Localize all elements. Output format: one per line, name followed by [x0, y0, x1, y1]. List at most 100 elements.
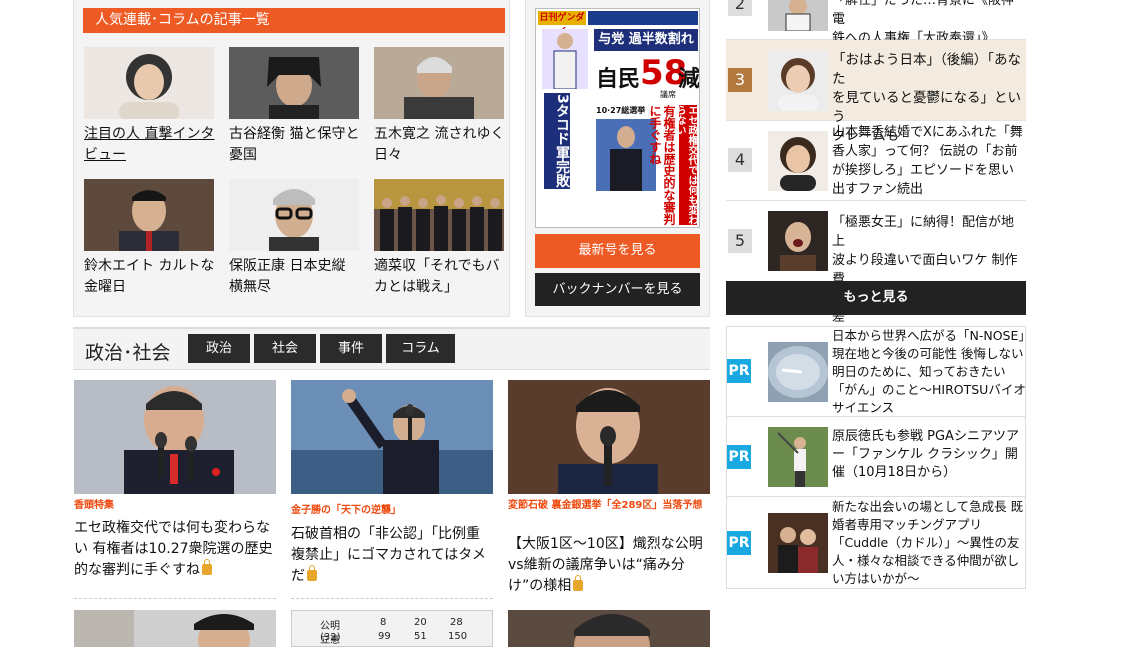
- portrait-woman-icon: [119, 54, 179, 119]
- article-image[interactable]: [508, 380, 710, 494]
- column-link-hosaka[interactable]: 保阪正康 日本史縦 横無尽: [229, 256, 364, 298]
- seat-table-value: 150: [448, 631, 468, 642]
- tab-society[interactable]: 社会: [254, 334, 316, 363]
- petri-dish-icon: [768, 346, 828, 398]
- pr-text: 原辰徳氏も参戦 PGAシニアツアー「ファンケル クラシック」開催（10月18日か…: [832, 429, 1019, 480]
- portrait-woman-icon: [778, 58, 818, 111]
- seat-table-party: 立憲(98): [320, 635, 340, 646]
- cover-date-text: 10·27総選挙: [596, 106, 646, 115]
- ranking-item[interactable]: 2 「解任」だった…背景に《阪神電 鉄への人事権「大政奉還」》: [726, 0, 1026, 46]
- wrestler-icon: [780, 222, 816, 271]
- article-title[interactable]: エセ政権交代では何も変わらない 有権者は10.27衆院選の歴史的な審判に手ぐすね: [74, 518, 276, 581]
- tab-politics[interactable]: 政治: [188, 334, 250, 363]
- ranking-number: 4: [728, 148, 752, 172]
- article-image[interactable]: [291, 380, 493, 494]
- couple-icon: [778, 527, 818, 573]
- ranking-item[interactable]: 4 山本舞香結婚でXにあふれた「舞 香人家」って何？ 伝説の「お前 が挨拶しろ」…: [726, 121, 1026, 201]
- article-category: 香頭特集: [74, 500, 114, 511]
- seat-table-value: 8: [380, 617, 387, 628]
- column-link-tekina[interactable]: 適菜収「それでもバ カとは戦え」: [374, 256, 509, 298]
- latest-issue-button[interactable]: 最新号を見る: [535, 234, 700, 268]
- ranking-number: 2: [728, 0, 752, 16]
- pr-item[interactable]: PR 新たな出会いの場として急成長 既婚者専用マッチングアプリ「Cuddle（カ…: [726, 497, 1026, 589]
- article-title-text: 【大阪1区〜10区】熾烈な公明vs維新の議席争いは“痛み分け”の様相: [508, 536, 703, 594]
- seat-table-image[interactable]: 公明(32) 8 20 28 立憲(98) 99 51 150: [291, 610, 493, 647]
- speaker-fist-icon: [291, 380, 493, 494]
- politician-icon: [610, 126, 642, 191]
- ranking-title: 山本舞香結婚でXにあふれた「舞 香人家」って何？ 伝説の「お前 が挨拶しろ」エピ…: [832, 123, 1024, 199]
- cover-vertical-text: エセ政権交代では何も変わらない: [674, 105, 697, 225]
- column-thumb-suzuki[interactable]: [84, 179, 214, 251]
- seat-table-party: 公明(32): [320, 621, 341, 643]
- cover-masthead: 日刊ゲンダイ: [538, 11, 586, 37]
- tab-incident[interactable]: 事件: [320, 334, 382, 363]
- column-thumb-tekina[interactable]: [374, 179, 504, 251]
- article-image[interactable]: [74, 380, 276, 494]
- column-link-suzuki[interactable]: 鈴木エイト カルトな 金曜日: [84, 256, 219, 298]
- column-link-itsuki[interactable]: 五木寛之 流されゆく 日々: [374, 124, 509, 166]
- pr-item[interactable]: PR 日本から世界へ広がる「N-NOSE」現在地と今後の可能性 後悔しない明日の…: [726, 326, 1026, 417]
- article-title-text: エセ政権交代では何も変わらない 有権者は10.27衆院選の歴史的な審判に手ぐすね: [74, 520, 273, 578]
- column-link-line2: 横無尽: [229, 279, 271, 295]
- ranking-thumb: [768, 131, 828, 191]
- article-category: 金子勝の「天下の逆襲」: [291, 505, 401, 516]
- pr-badge: PR: [727, 359, 751, 383]
- pr-text: 新たな出会いの場として急成長 既婚者専用マッチングアプリ「Cuddle（カドル）…: [832, 499, 1024, 586]
- ranking-title-line1: 山本舞香結婚でXにあふれた「舞: [832, 125, 1023, 140]
- newspaper-cover-image[interactable]: 日刊ゲンダイ 与党 過半数割れ 自民 58 減 議席 3タコド軍完敗 10·27…: [535, 8, 700, 228]
- back-number-button[interactable]: バックナンバーを見る: [535, 273, 700, 306]
- article-title-text: 石破首相の「非公認」「比例重複禁止」にゴマカされてはタメだ: [291, 526, 486, 584]
- ballplayer-icon: [553, 33, 577, 90]
- ranking-thumb: [768, 211, 828, 271]
- column-thumb-hosaka[interactable]: [229, 179, 359, 251]
- tab-column[interactable]: コラム: [386, 334, 455, 363]
- column-thumb-itsuki[interactable]: [374, 47, 504, 119]
- column-link-line2: 日々: [374, 147, 402, 163]
- column-thumb-chumoku[interactable]: [84, 47, 214, 119]
- column-link-line2: 金曜日: [84, 279, 126, 295]
- ranking-title-line3: が挨拶しろ」エピソードを思い出すファン続出: [832, 163, 1015, 197]
- ranking-more-button[interactable]: もっと見る: [726, 281, 1026, 315]
- cover-side-text: 3タコド軍完敗: [544, 93, 570, 189]
- seat-table-value: 99: [378, 631, 391, 642]
- column-link-line1: 古谷経衡 猫と保守と: [229, 126, 360, 142]
- article-image[interactable]: [508, 610, 710, 647]
- cover-big-right: 減: [678, 67, 700, 92]
- golfer-icon: [777, 432, 806, 487]
- ranking-title-line1: 「極悪女王」に納得！配信が地上: [832, 215, 1015, 249]
- portrait-glasses-man-icon: [269, 189, 319, 251]
- ranking-thumb: [768, 0, 828, 31]
- column-link-line2: 憂国: [229, 147, 257, 163]
- article-image[interactable]: [74, 610, 276, 647]
- column-link-chumoku[interactable]: 注目の人 直撃インタ ビュー: [84, 124, 219, 166]
- column-thumb-furuya[interactable]: [229, 47, 359, 119]
- ranking-title-line1: 「おはよう日本」（後編）「あなた: [832, 52, 1021, 87]
- article-title[interactable]: 【大阪1区〜10区】熾烈な公明vs維新の議席争いは“痛み分け”の様相: [508, 534, 710, 597]
- column-link-line2: カとは戦え」: [374, 279, 458, 295]
- column-link-furuya[interactable]: 古谷経衡 猫と保守と 憂国: [229, 124, 364, 166]
- smiling-politician-icon: [508, 380, 710, 494]
- article-divider: [291, 598, 493, 599]
- seat-table-value: 20: [414, 617, 427, 628]
- column-link-line2: ビュー: [84, 147, 126, 163]
- portrait-man-icon: [119, 190, 179, 251]
- portrait-man-icon: [267, 57, 321, 119]
- portrait-elder-icon: [404, 57, 474, 119]
- two-politicians-icon: [74, 610, 276, 647]
- pr-badge: PR: [727, 445, 751, 469]
- ranking-number: 5: [728, 229, 752, 253]
- seat-table-value: 51: [414, 631, 427, 642]
- article-title[interactable]: 石破首相の「非公認」「比例重複禁止」にゴマカされてはタメだ: [291, 524, 493, 587]
- ranking-thumb: [768, 51, 828, 111]
- cover-big-unit: 議席: [660, 90, 676, 99]
- pr-thumb: [768, 427, 828, 487]
- column-link-line1: 五木寛之 流されゆく: [374, 126, 505, 142]
- ranking-item[interactable]: 5 「極悪女王」に納得！配信が地上 波より段違いで面白いワケ 制作費 やギャラ、…: [726, 201, 1026, 325]
- cover-headline-main: 与党 過半数割れ: [594, 29, 698, 51]
- ranking-item[interactable]: 3 「おはよう日本」（後編）「あなた を見ていると憂鬱になる」という クレームも: [726, 40, 1026, 144]
- pr-item[interactable]: PR 原辰徳氏も参戦 PGAシニアツアー「ファンケル クラシック」開催（10月1…: [726, 417, 1026, 497]
- cover-banner: [588, 11, 698, 25]
- ranking-title-line2: 香人家」って何？ 伝説の「お前: [832, 144, 1018, 159]
- cover-politician-photo: [596, 119, 656, 191]
- ranking-number: 3: [728, 68, 752, 92]
